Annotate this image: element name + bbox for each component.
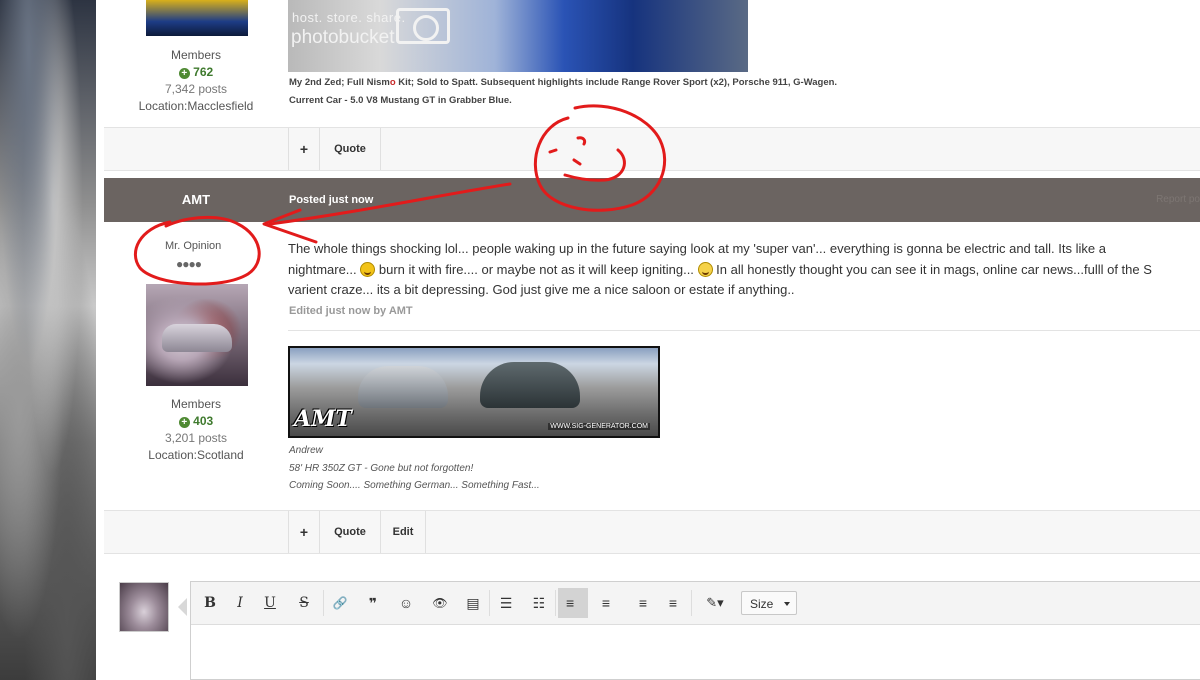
font-size-dropdown[interactable]: Size [741,591,797,615]
post2-multiquote-button[interactable]: + [288,511,319,553]
post1-multiquote-button[interactable]: + [288,128,319,170]
current-user-avatar[interactable] [119,582,169,632]
post1-reputation-value: 762 [193,65,214,79]
post2-body-line1: The whole things shocking lol... people … [288,241,1106,256]
post1-location: Location:Macclesfield [138,99,254,113]
post1-signature-line1-text: My 2nd Zed; Full Nism [289,77,390,88]
post2-author-name[interactable]: AMT [104,178,288,222]
numbered-list-icon[interactable]: ☷ [524,588,554,618]
font-size-label: Size [750,597,774,611]
post2-body-text-a: nightmare... [288,261,357,277]
post2-avatar[interactable] [146,284,248,386]
post2-author-group: Members [170,397,221,411]
align-left-icon[interactable]: ≡ [558,588,588,618]
signature-car-2 [480,362,580,408]
post2-edited-note: Edited just now by AMT [289,305,413,317]
editor-toolbar: B I U S 🔗 ❞ ☺ 👁 ▤ ☰ ☷ ≡ ≡ ≡ ≡ ✎▾ Size [191,582,1200,625]
align-center-icon[interactable]: ≡ [591,588,621,618]
signature-divider [288,330,1200,331]
post2-signature-image[interactable]: AMT WWW.SIG-GENERATOR.COM [288,346,660,438]
italic-button[interactable]: I [225,588,255,618]
justify-icon[interactable]: ≡ [658,588,688,618]
toolbar-separator [691,590,692,616]
bullet-list-icon[interactable]: ☰ [491,588,521,618]
align-right-icon[interactable]: ≡ [625,588,655,618]
chevron-down-icon [784,602,790,606]
post1-author-info: Members + 762 7,342 posts Location:Maccl… [106,47,286,115]
post2-body-text-b: burn it with fire.... or maybe not as it… [375,261,698,277]
post1-avatar[interactable] [146,0,248,36]
dizzy-emoji-icon [697,261,713,277]
emoticon-icon[interactable]: ☺ [391,588,421,618]
signature-line: 58' HR 350Z GT - Gone but not forgotten! [289,462,474,474]
post1-signature-line2: Current Car - 5.0 V8 Mustang GT in Grabb… [289,95,512,106]
post2-rank-pips: ●●●● [176,257,202,271]
post2-reputation-value: 403 [193,414,214,428]
photobucket-watermark-line1: host. store. share. [292,10,406,25]
signature-watermark: AMT [294,406,352,432]
post2-body: The whole things shocking lol... people … [288,239,1200,301]
camera-icon [396,8,450,44]
post2-author-info: Members + 403 3,201 posts Location:Scotl… [106,396,286,464]
source-document-icon[interactable]: ▤ [458,588,488,618]
toolbar-separator [555,590,556,616]
post2-post-count: 3,201 posts [164,431,228,445]
signature-car-1 [358,366,448,408]
preview-eye-icon[interactable]: 👁 [425,588,455,618]
toolbar-separator [489,590,490,616]
post2-body-line3: varient craze... its a bit depressing. G… [288,282,795,297]
post2-posted-time: Posted just now [289,194,374,206]
post1-post-count: 7,342 posts [164,82,228,96]
background-backdrop [0,0,96,680]
laugh-emoji-icon [360,261,376,277]
bold-button[interactable]: B [195,588,225,618]
signature-site-credit: WWW.SIG-GENERATOR.COM [548,423,650,430]
photobucket-watermark-line2: photobucket [291,27,395,48]
post2-body-text-c: In all honestly thought you can see it i… [712,261,1152,277]
post2-body-line2: nightmare... burn it with fire.... or ma… [288,260,1200,281]
post2-member-title: Mr. Opinion [165,240,222,252]
post2-reputation[interactable]: + 403 [106,413,286,430]
reply-editor: B I U S 🔗 ❞ ☺ 👁 ▤ ☰ ☷ ≡ ≡ ≡ ≡ ✎▾ Size [190,581,1200,680]
post1-signature-image[interactable]: host. store. share. photobucket [288,0,748,72]
text-color-brush-icon[interactable]: ✎▾ [697,588,733,618]
post1-signature-line1: My 2nd Zed; Full Nismo Kit; Sold to Spat… [289,77,837,88]
post2-edit-button[interactable]: Edit [380,511,426,553]
post2-report-link[interactable]: Report po [1156,178,1200,222]
post1-author-group: Members [170,48,221,62]
signature-line: Coming Soon.... Something German... Some… [289,480,540,491]
post2-location: Location:Scotland [148,448,244,462]
signature-line: Andrew [289,445,323,456]
underline-button[interactable]: U [255,588,285,618]
link-icon[interactable]: 🔗 [325,588,355,618]
post1-action-bar: + Quote [104,127,1200,171]
post2-action-bar: + Quote Edit [104,510,1200,554]
post2-signature-text: Andrew 58' HR 350Z GT - Gone but not for… [289,442,540,495]
post1-quote-button[interactable]: Quote [319,128,381,170]
quote-icon[interactable]: ❞ [358,588,388,618]
post2-quote-button[interactable]: Quote [319,511,380,553]
post1-reputation[interactable]: + 762 [106,64,286,81]
forum-topic-page: Members + 762 7,342 posts Location:Maccl… [96,0,1200,680]
avatar-car-shape [162,324,232,352]
post1-signature-line1-text-rest: Kit; Sold to Spatt. Subsequent highlight… [395,77,838,88]
reputation-plus-icon: + [178,417,190,428]
reputation-plus-icon: + [178,68,190,79]
toolbar-separator [323,590,324,616]
strikethrough-button[interactable]: S [289,588,319,618]
editor-pointer [178,598,187,616]
post2-header: AMT Posted just now Report po [104,178,1200,222]
